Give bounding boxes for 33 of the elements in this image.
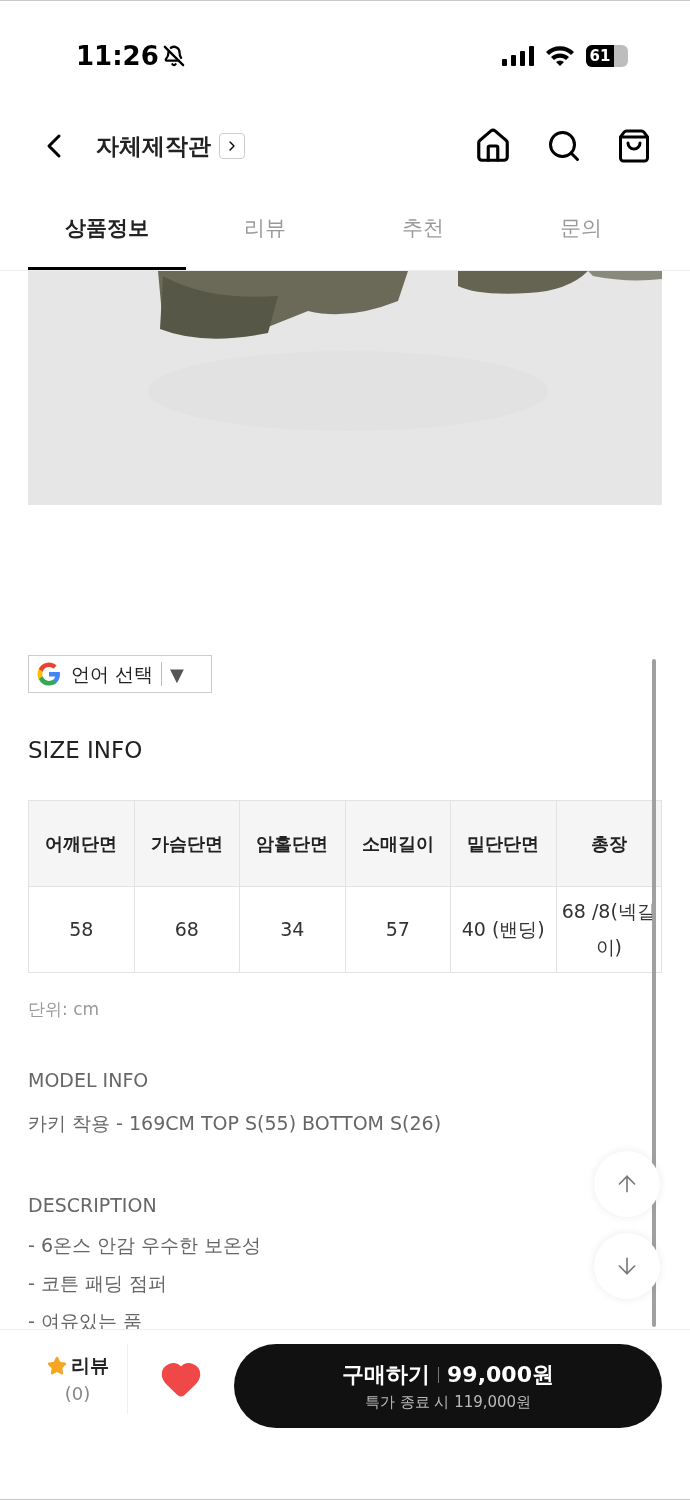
header-title[interactable]: 자체제작관	[96, 128, 211, 164]
shopping-bag-icon[interactable]	[616, 128, 652, 164]
search-icon[interactable]	[546, 128, 582, 164]
chevron-right-icon[interactable]	[219, 133, 245, 159]
table-header-cell: 가슴단면	[134, 800, 240, 886]
signal-icon	[502, 46, 534, 66]
review-label[interactable]: 리뷰	[70, 1351, 109, 1380]
section-title: DESCRIPTION	[28, 1193, 158, 1218]
table-header-cell: 어깨단면	[28, 800, 134, 886]
battery-indicator: 61	[586, 45, 628, 67]
home-icon[interactable]	[474, 127, 512, 165]
section-title: MODEL INFO	[28, 1068, 150, 1093]
table-cell: 34	[239, 886, 345, 972]
review-count: (0)	[64, 1381, 91, 1406]
table-cell: 40 (밴딩)	[450, 886, 556, 972]
table-header-cell: 밑단단면	[450, 800, 556, 886]
table-cell: 58	[28, 886, 134, 972]
description-line: - 코튼 패딩 점퍼	[28, 1270, 168, 1296]
language-select[interactable]: 언어 선택 ▼	[28, 655, 212, 693]
bell-off-icon	[162, 45, 185, 67]
table-cell: 68	[134, 886, 240, 972]
model-info-text: 카키 착용 - 169CM TOP S(55) BOTTOM S(26)	[28, 1110, 443, 1136]
table-cell: 57	[345, 886, 451, 972]
table-header-cell: 암홀단면	[239, 800, 345, 886]
table-header-cell: 소매길이	[345, 800, 451, 886]
buy-button[interactable]: 구매하기 99,000원 특가 종료 시 119,000원	[234, 1344, 662, 1428]
wifi-icon	[546, 46, 574, 66]
description-line: - 6온스 안감 우수한 보온성	[28, 1232, 263, 1258]
section-title: SIZE INFO	[28, 736, 144, 765]
status-time: 11:26	[76, 39, 159, 73]
unit-note: 단위: cm	[28, 997, 101, 1021]
google-g-icon	[35, 660, 63, 688]
star-icon	[46, 1355, 67, 1376]
